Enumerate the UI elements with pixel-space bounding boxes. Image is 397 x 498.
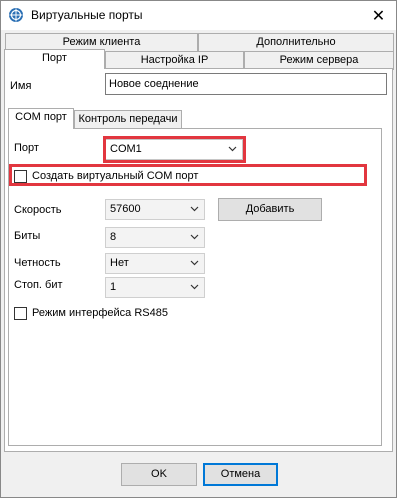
bits-select[interactable]: 8 xyxy=(105,227,205,248)
tab-label: Контроль передачи xyxy=(78,113,178,125)
tab-flow-control[interactable]: Контроль передачи xyxy=(74,110,182,129)
stopbits-value: 1 xyxy=(110,281,117,293)
dialog-window: Виртуальные порты ✕ Режим клиента Дополн… xyxy=(0,0,397,498)
tab-label: Режим клиента xyxy=(62,36,141,48)
close-icon: ✕ xyxy=(371,7,386,25)
add-button[interactable]: Добавить xyxy=(218,198,322,221)
cancel-button[interactable]: Отмена xyxy=(203,463,278,486)
chevron-down-icon xyxy=(190,284,199,290)
tab-label: Настройка IP xyxy=(140,54,209,66)
port-label: Порт xyxy=(14,142,39,154)
tab-additional[interactable]: Дополнительно xyxy=(198,33,394,52)
stopbits-select[interactable]: 1 xyxy=(105,277,205,298)
tab-com-port[interactable]: COM порт xyxy=(8,108,74,129)
tab-port[interactable]: Порт xyxy=(4,49,105,69)
parity-select[interactable]: Нет xyxy=(105,253,205,274)
port-highlight xyxy=(103,136,246,163)
close-button[interactable]: ✕ xyxy=(361,1,396,30)
add-button-label: Добавить xyxy=(245,203,295,215)
speed-value: 57600 xyxy=(110,203,141,215)
tab-label: Дополнительно xyxy=(256,36,336,48)
window-title: Виртуальные порты xyxy=(31,8,143,22)
parity-value: Нет xyxy=(110,257,129,269)
chevron-down-icon xyxy=(190,206,199,212)
name-value: Новое соеднение xyxy=(109,78,199,90)
rs485-label: Режим интерфейса RS485 xyxy=(32,307,168,319)
name-label: Имя xyxy=(10,80,32,92)
app-globe-icon xyxy=(9,8,23,22)
rs485-checkbox[interactable] xyxy=(14,307,27,320)
create-virtual-highlight xyxy=(9,164,367,186)
ok-label: OK xyxy=(151,468,167,480)
speed-select[interactable]: 57600 xyxy=(105,199,205,220)
stopbits-label: Стоп. бит xyxy=(14,279,63,291)
bits-label: Биты xyxy=(14,230,41,242)
title-bar: Виртуальные порты ✕ xyxy=(1,1,396,30)
chevron-down-icon xyxy=(190,234,199,240)
cancel-label: Отмена xyxy=(220,468,261,480)
bits-value: 8 xyxy=(110,231,117,243)
name-input[interactable]: Новое соеднение xyxy=(105,73,387,95)
tab-label: Режим сервера xyxy=(279,54,359,66)
speed-label: Скорость xyxy=(14,204,62,216)
button-bar: OK Отмена xyxy=(1,453,396,497)
tab-label: Порт xyxy=(42,52,67,64)
com-port-page: Порт COM1 Создать виртуальный COM порт С… xyxy=(8,128,382,446)
ok-button[interactable]: OK xyxy=(121,463,197,486)
chevron-down-icon xyxy=(190,260,199,266)
tab-label: COM порт xyxy=(15,111,67,123)
parity-label: Четность xyxy=(14,257,61,269)
